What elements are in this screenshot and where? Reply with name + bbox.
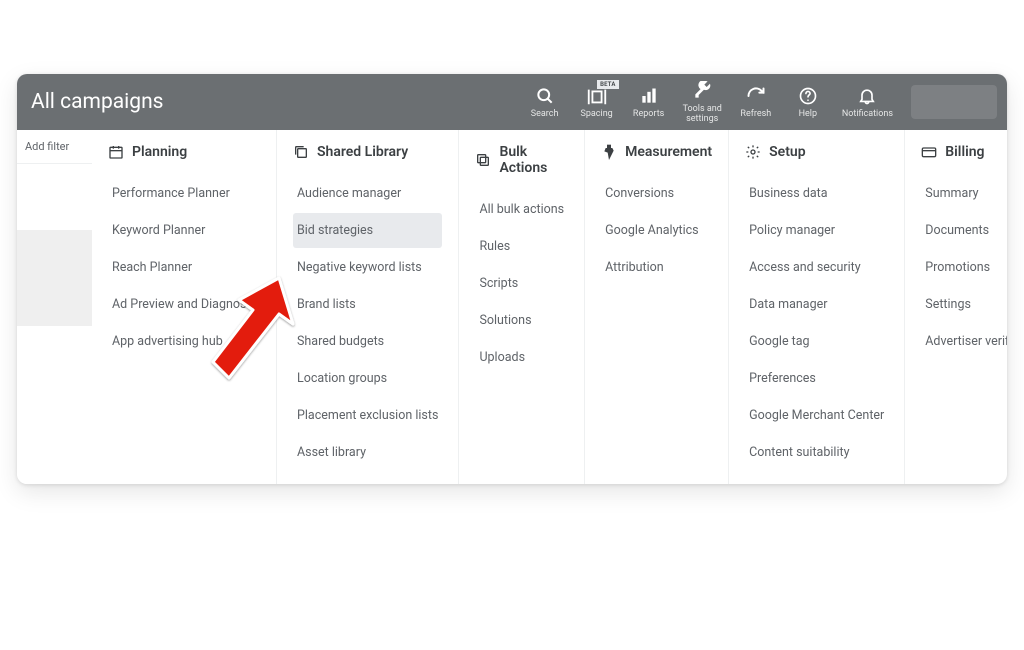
topbar-action-label: Notifications (842, 110, 893, 119)
menu-item[interactable]: Performance Planner (108, 176, 260, 211)
column-header: Measurement (601, 144, 712, 160)
topbar-refresh-button[interactable]: Refresh (730, 74, 782, 130)
menu-item[interactable]: All bulk actions (475, 192, 568, 227)
refresh-icon (745, 85, 767, 107)
sidebar-body (17, 164, 92, 484)
menu-column-shared-library: Shared Library Audience managerBid strate… (277, 130, 459, 484)
menu-item[interactable]: Attribution (601, 250, 712, 285)
menu-item[interactable]: Shared budgets (293, 324, 442, 359)
menu-item[interactable]: Reach Planner (108, 250, 260, 285)
menu-item[interactable]: Google Analytics (601, 213, 712, 248)
header-actions: Search Spacing BETA Reports Tools andsetting… (519, 74, 901, 130)
menu-item[interactable]: Location groups (293, 361, 442, 396)
sidebar-segment[interactable] (17, 164, 92, 230)
topbar-help-button[interactable]: Help (782, 74, 834, 130)
notifications-icon (856, 85, 878, 107)
topbar-reports-button[interactable]: Reports (623, 74, 675, 130)
topbar-spacing-button[interactable]: Spacing BETA (571, 74, 623, 130)
menu-item[interactable]: Brand lists (293, 287, 442, 322)
menu-item[interactable]: Business data (745, 176, 888, 211)
shared-library-icon (293, 144, 309, 160)
topbar-action-label: Refresh (740, 110, 771, 119)
menu-item[interactable]: Promotions (921, 250, 1007, 285)
topbar-notifications-button[interactable]: Notifications (834, 74, 901, 130)
topbar-action-label: Reports (633, 110, 664, 119)
header-bar: All campaigns Search Spacing BETA Reports To… (17, 74, 1007, 130)
topbar-action-label: Search (531, 110, 559, 119)
help-icon (797, 85, 819, 107)
menu-item[interactable]: Content suitability (745, 435, 888, 470)
topbar-search-button[interactable]: Search (519, 74, 571, 130)
column-title: Setup (769, 144, 805, 160)
menu-column-planning: Planning Performance PlannerKeyword Plann… (92, 130, 277, 484)
menu-item[interactable]: Google Merchant Center (745, 398, 888, 433)
menu-item[interactable]: Rules (475, 229, 568, 264)
column-list: SummaryDocumentsPromotionsSettingsAdvert… (921, 176, 1007, 359)
column-title: Planning (132, 144, 187, 160)
menu-column-billing: Billing SummaryDocumentsPromotionsSetting… (905, 130, 1007, 484)
menu-item[interactable]: Documents (921, 213, 1007, 248)
menu-item[interactable]: Bid strategies (293, 213, 442, 248)
column-list: Performance PlannerKeyword PlannerReach … (108, 176, 260, 359)
menu-item[interactable]: Data manager (745, 287, 888, 322)
menu-item[interactable]: Solutions (475, 303, 568, 338)
setup-icon (745, 144, 761, 160)
menu-item[interactable]: App advertising hub (108, 324, 260, 359)
menu-item[interactable]: Ad Preview and Diagnosis (108, 287, 260, 322)
billing-icon (921, 144, 937, 160)
menu-item[interactable]: Scripts (475, 266, 568, 301)
menu-item[interactable]: Placement exclusion lists (293, 398, 442, 433)
column-title: Billing (945, 144, 984, 160)
column-list: Business dataPolicy managerAccess and se… (745, 176, 888, 470)
menu-item[interactable]: Audience manager (293, 176, 442, 211)
reports-icon (638, 85, 660, 107)
menu-item[interactable]: Advertiser verification (921, 324, 1007, 359)
topbar-tools-button[interactable]: Tools andsettings (675, 74, 730, 130)
column-title: Bulk Actions (499, 144, 568, 176)
account-switcher[interactable] (911, 85, 997, 119)
app-window: All campaigns Search Spacing BETA Reports To… (17, 74, 1007, 484)
column-header: Shared Library (293, 144, 442, 160)
topbar-action-label: Help (799, 110, 817, 119)
menu-item[interactable]: Preferences (745, 361, 888, 396)
beta-badge: BETA (597, 80, 618, 89)
menu-item[interactable]: Asset library (293, 435, 442, 470)
column-title: Measurement (625, 144, 712, 160)
content-area: Add filter Planning Performance PlannerKe… (17, 130, 1007, 484)
column-list: All bulk actionsRulesScriptsSolutionsUpl… (475, 192, 568, 375)
menu-column-setup: Setup Business dataPolicy managerAccess a… (729, 130, 905, 484)
menu-item[interactable]: Google tag (745, 324, 888, 359)
sidebar-rest (17, 326, 92, 484)
add-filter-button[interactable]: Add filter (17, 130, 92, 164)
menu-item[interactable]: Conversions (601, 176, 712, 211)
sidebar-segment-active[interactable] (17, 230, 92, 326)
tools-icon (691, 80, 713, 102)
menu-item[interactable]: Uploads (475, 340, 568, 375)
column-header: Billing (921, 144, 1007, 160)
column-header: Planning (108, 144, 260, 160)
menu-item[interactable]: Policy manager (745, 213, 888, 248)
menu-item[interactable]: Summary (921, 176, 1007, 211)
tools-megamenu: Planning Performance PlannerKeyword Plann… (92, 130, 1007, 484)
menu-column-measurement: Measurement ConversionsGoogle AnalyticsAt… (585, 130, 729, 484)
column-title: Shared Library (317, 144, 408, 160)
column-list: ConversionsGoogle AnalyticsAttribution (601, 176, 712, 285)
menu-item[interactable]: Negative keyword lists (293, 250, 442, 285)
left-sidebar: Add filter (17, 130, 92, 484)
menu-column-bulk-actions: Bulk Actions All bulk actionsRulesScripts… (459, 130, 585, 484)
page-title: All campaigns (17, 90, 519, 114)
column-list: Audience managerBid strategiesNegative k… (293, 176, 442, 470)
column-header: Setup (745, 144, 888, 160)
menu-item[interactable]: Keyword Planner (108, 213, 260, 248)
topbar-action-label: Tools andsettings (683, 105, 722, 124)
topbar-action-label: Spacing (581, 110, 613, 119)
menu-item[interactable]: Settings (921, 287, 1007, 322)
bulk-actions-icon (475, 152, 491, 168)
menu-item[interactable]: Access and security (745, 250, 888, 285)
search-icon (534, 85, 556, 107)
planning-icon (108, 144, 124, 160)
column-header: Bulk Actions (475, 144, 568, 176)
measurement-icon (601, 144, 617, 160)
